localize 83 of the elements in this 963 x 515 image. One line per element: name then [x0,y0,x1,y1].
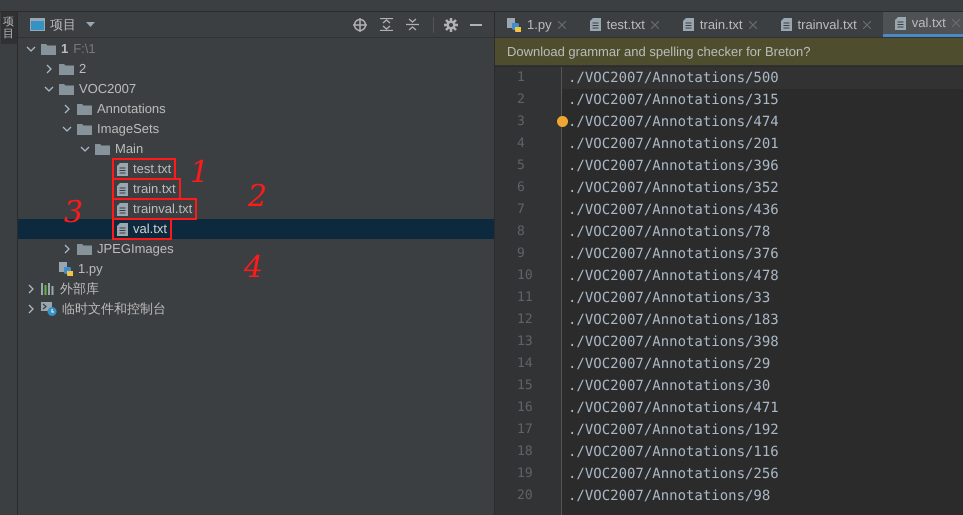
document-icon [780,18,792,31]
project-side-tab[interactable]: 项目 [0,12,16,44]
handwritten-number: 3 [64,198,84,228]
code-line: ./VOC2007/Annotations/192 [568,420,779,440]
document-icon [894,16,906,30]
path-hint: F:\1 [73,40,96,58]
tree-item-label[interactable]: JPEGImages [97,239,174,259]
code-line: ./VOC2007/Annotations/116 [568,442,779,462]
chevron-right-icon[interactable] [44,64,54,74]
editor-tab[interactable]: 1.py [495,12,578,37]
python-file-icon [59,262,73,276]
editor-tab[interactable]: train.txt [670,12,768,37]
window-icon [30,18,45,31]
editor-tab[interactable]: trainval.txt [768,12,883,37]
tree-item-label[interactable]: 1 [61,39,68,59]
editor-tab[interactable]: val.txt [882,12,963,37]
editor-tab[interactable]: test.txt [578,12,671,37]
scratch-console-icon [41,302,57,316]
python-file-icon [507,18,521,32]
panel-title: 项目 [50,16,76,34]
document-icon [590,18,601,31]
code-line: ./VOC2007/Annotations/256 [568,464,779,484]
folder-icon [59,83,74,95]
tree-item-label[interactable]: 外部库 [60,279,99,299]
code-line: ./VOC2007/Annotations/474 [568,112,779,132]
tree-item-label[interactable]: VOC2007 [79,79,136,99]
chevron-right-icon[interactable] [62,104,72,114]
handwritten-number: 4 [244,253,264,283]
chevron-down-icon[interactable] [44,84,54,94]
locate-icon[interactable] [353,18,367,32]
chevron-right-icon[interactable] [62,244,72,254]
tree-item-label[interactable]: Main [115,139,144,159]
code-line: ./VOC2007/Annotations/33 [568,288,770,308]
code-line: ./VOC2007/Annotations/315 [568,90,779,110]
document-icon [117,222,128,236]
tree-item-label[interactable]: ImageSets [97,119,160,139]
chevron-down-icon[interactable] [62,124,72,134]
code-line: ./VOC2007/Annotations/201 [568,134,779,154]
chevron-down-icon[interactable] [26,44,36,54]
chevron-down-icon[interactable] [80,144,90,154]
dropdown-caret-icon[interactable] [86,22,95,28]
tree-item-label[interactable]: 2 [79,59,86,79]
settings-icon[interactable] [444,18,458,32]
folder-icon [41,43,56,55]
document-icon [117,182,128,196]
code-line: ./VOC2007/Annotations/376 [568,244,779,264]
handwritten-number: 1 [190,158,210,188]
folder-icon [59,63,74,75]
folder-icon [77,103,92,115]
code-line: ./VOC2007/Annotations/78 [568,222,770,242]
code-line: ./VOC2007/Annotations/29 [568,354,770,374]
code-line: ./VOC2007/Annotations/30 [568,376,770,396]
code-line: ./VOC2007/Annotations/500 [568,68,779,88]
tree-item-label[interactable]: 临时文件和控制台 [62,299,166,319]
code-line: ./VOC2007/Annotations/398 [568,332,779,352]
handwritten-number: 2 [248,182,268,212]
chevron-right-icon[interactable] [26,284,36,294]
document-icon [117,202,128,216]
expand-all-icon[interactable] [380,18,393,31]
bulb-icon[interactable] [557,116,568,127]
folder-icon [95,143,110,155]
code-line: ./VOC2007/Annotations/436 [568,200,779,220]
document-icon [117,162,128,176]
minimize-icon[interactable] [470,24,482,26]
code-line: ./VOC2007/Annotations/478 [568,266,779,286]
tree-item-label[interactable]: trainval.txt [133,199,192,219]
collapse-all-icon[interactable] [406,18,419,31]
folder-icon [77,243,92,255]
code-line: ./VOC2007/Annotations/471 [568,398,779,418]
library-icon [41,283,55,295]
notification-banner: Download grammar and spelling checker for Breton? [495,38,963,66]
code-line: ./VOC2007/Annotations/183 [568,310,779,330]
tree-item-label[interactable]: Annotations [97,99,166,119]
tree-item-label[interactable]: test.txt [133,159,172,179]
document-icon [682,18,694,31]
folder-icon [77,123,92,135]
code-line: ./VOC2007/Annotations/98 [568,486,770,506]
code-line: ./VOC2007/Annotations/352 [568,178,779,198]
tree-item-label[interactable]: 1.py [78,259,103,279]
tree-item-label[interactable]: train.txt [133,179,176,199]
code-line: ./VOC2007/Annotations/396 [568,156,779,176]
chevron-right-icon[interactable] [26,304,36,314]
tree-item-label[interactable]: val.txt [133,219,167,239]
